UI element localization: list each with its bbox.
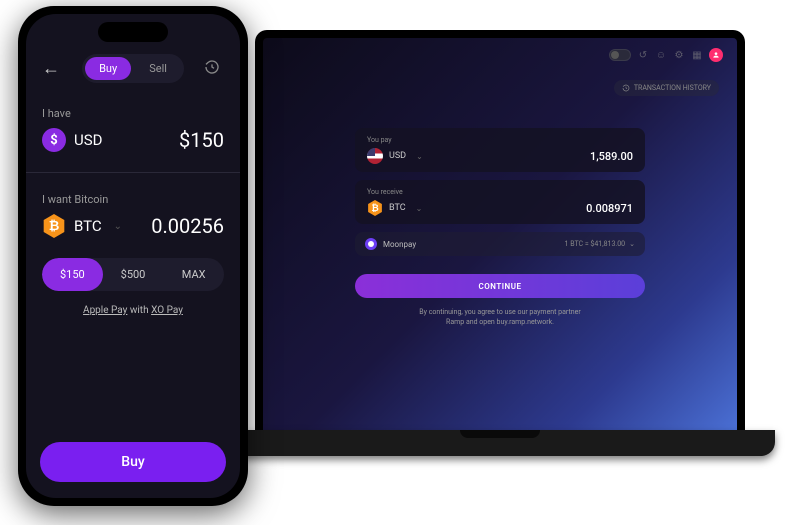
topbar: ↺ ☺ ⚙ ▦ xyxy=(609,48,723,62)
pay-currency-selector[interactable]: USD ⌄ xyxy=(367,148,423,164)
divider xyxy=(26,172,240,173)
laptop-base xyxy=(225,430,775,456)
usd-icon: $ xyxy=(42,128,66,152)
xo-pay-link[interactable]: XO Pay xyxy=(151,305,183,316)
want-amount: 0.00256 xyxy=(151,214,224,238)
apple-pay-link[interactable]: Apple Pay xyxy=(83,305,127,316)
tab-buy[interactable]: Buy xyxy=(85,57,131,80)
btc-icon: ₿ xyxy=(367,200,383,216)
provider-selector[interactable]: Moonpay 1 BTC = $41,813.00 ⌄ xyxy=(355,232,645,256)
pay-amount[interactable]: 1,589.00 xyxy=(590,150,633,163)
chevron-down-icon: ⌄ xyxy=(416,204,423,213)
you-receive-row: You receive ₿ BTC ⌄ 0.008971 xyxy=(355,180,645,224)
preset-max[interactable]: MAX xyxy=(163,258,224,291)
dynamic-island xyxy=(98,22,168,42)
phone-body: I have $ USD $150 I want Bitcoin ₿ BTC ⌄… xyxy=(26,91,240,332)
theme-toggle[interactable] xyxy=(609,49,631,61)
you-pay-row: You pay USD ⌄ 1,589.00 xyxy=(355,128,645,172)
preset-500[interactable]: $500 xyxy=(103,258,164,291)
chevron-down-icon: ⌄ xyxy=(114,221,122,232)
laptop-device: ↺ ☺ ⚙ ▦ TRANSACTION HISTORY You pay xyxy=(255,30,745,460)
i-want-label: I want Bitcoin xyxy=(42,193,224,206)
pay-currency-code: USD xyxy=(389,151,406,161)
swap-panel: You pay USD ⌄ 1,589.00 You receive xyxy=(355,128,645,328)
you-pay-label: You pay xyxy=(367,136,633,144)
transaction-history-link[interactable]: TRANSACTION HISTORY xyxy=(614,80,719,96)
btc-icon: ₿ xyxy=(42,214,66,238)
chevron-down-icon: ⌄ xyxy=(416,152,423,161)
receive-amount: 0.008971 xyxy=(586,202,633,215)
provider-name: Moonpay xyxy=(383,240,416,249)
disclaimer-text: By continuing, you agree to use our paym… xyxy=(355,308,645,328)
want-row: ₿ BTC ⌄ 0.00256 xyxy=(42,214,224,238)
have-currency-selector[interactable]: $ USD xyxy=(42,128,102,152)
chevron-down-icon: ⌄ xyxy=(629,240,635,248)
have-currency-code: USD xyxy=(74,131,102,149)
buy-sell-tabs: Buy Sell xyxy=(82,54,184,83)
receive-currency-selector[interactable]: ₿ BTC ⌄ xyxy=(367,200,422,216)
buy-button[interactable]: Buy xyxy=(40,442,226,482)
continue-button[interactable]: CONTINUE xyxy=(355,274,645,298)
preset-150[interactable]: $150 xyxy=(42,258,103,291)
moonpay-icon xyxy=(365,238,377,250)
avatar[interactable] xyxy=(709,48,723,62)
gear-icon[interactable]: ⚙ xyxy=(673,49,685,61)
grid-icon[interactable]: ▦ xyxy=(691,49,703,61)
usd-flag-icon xyxy=(367,148,383,164)
phone-device: ← Buy Sell I have $ USD $150 I want Bitc… xyxy=(18,6,248,506)
have-row: $ USD $150 xyxy=(42,128,224,152)
have-amount[interactable]: $150 xyxy=(179,128,224,152)
laptop-screen: ↺ ☺ ⚙ ▦ TRANSACTION HISTORY You pay xyxy=(255,30,745,430)
i-have-label: I have xyxy=(42,107,224,120)
desktop-app: ↺ ☺ ⚙ ▦ TRANSACTION HISTORY You pay xyxy=(263,38,737,430)
want-currency-code: BTC xyxy=(74,217,102,235)
smile-icon[interactable]: ☺ xyxy=(655,49,667,61)
preset-amounts: $150 $500 MAX xyxy=(42,258,224,291)
back-button[interactable]: ← xyxy=(42,58,62,79)
tab-sell[interactable]: Sell xyxy=(135,57,181,80)
want-currency-selector[interactable]: ₿ BTC ⌄ xyxy=(42,214,122,238)
payment-method-text: Apple Pay with XO Pay xyxy=(42,305,224,316)
you-receive-label: You receive xyxy=(367,188,633,196)
history-icon[interactable]: ↺ xyxy=(637,49,649,61)
receive-currency-code: BTC xyxy=(389,203,406,213)
phone-screen: ← Buy Sell I have $ USD $150 I want Bitc… xyxy=(26,14,240,498)
transaction-history-label: TRANSACTION HISTORY xyxy=(634,84,711,92)
history-button[interactable] xyxy=(204,59,224,79)
exchange-rate: 1 BTC = $41,813.00 xyxy=(565,240,626,248)
